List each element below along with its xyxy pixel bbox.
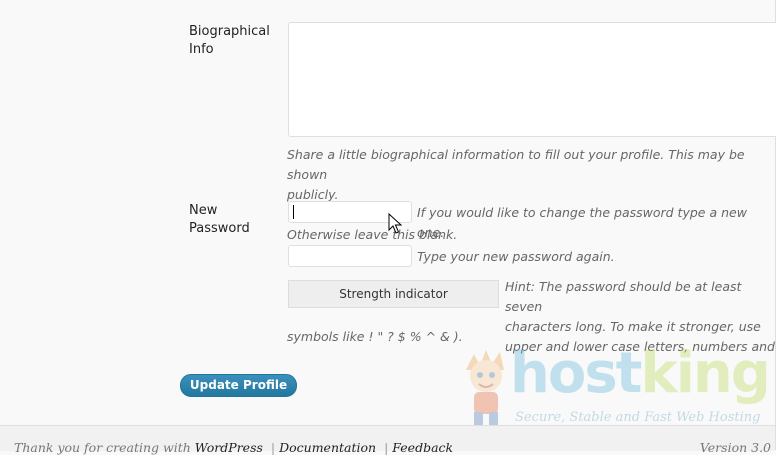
bio-textarea[interactable] [288,22,776,137]
password-label-line1: New [189,203,218,218]
footer: Thank you for creating with WordPress | D… [0,425,775,455]
mascot-icon [466,350,504,426]
brand-wordmark: hostking [510,341,771,406]
pass1-hint-line2: Otherwise leave this blank. [287,227,458,242]
strength-hint-line4: symbols like ! " ? $ % ^ & ). [287,329,463,344]
bio-description-line1: Share a little biographical information … [287,147,745,182]
brand-host: host [510,341,642,406]
brand-king: king [640,341,770,406]
bio-description: Share a little biographical information … [287,145,776,205]
brand-tagline: Secure, Stable and Fast Web Hosting [515,410,761,425]
strength-indicator: Strength indicator [288,280,499,308]
hostking-watermark: hostking Secure, Stable and Fast Web Hos… [460,340,771,435]
footer-separator: | [384,440,389,455]
confirm-password-input[interactable] [288,245,412,267]
bio-label-line1: Biographical [189,24,270,39]
password-label: New Password [189,202,250,238]
wordpress-link[interactable]: WordPress [195,440,263,455]
footer-separator: | [270,440,276,455]
documentation-link[interactable]: Documentation [279,440,376,455]
pass1-hint-line1: If you would like to change the password… [417,205,747,240]
footer-version: Version 3.0 [699,440,771,455]
strength-hint-line1: Hint: The password should be at least se… [505,279,742,314]
bio-label: Biographical Info [189,23,270,59]
footer-thanks: Thank you for creating with [14,440,191,455]
pass2-hint: Type your new password again. [417,249,615,264]
bio-label-line2: Info [189,42,214,57]
feedback-link[interactable]: Feedback [392,440,453,455]
password-label-line2: Password [189,221,250,236]
mouse-cursor-icon [388,213,402,234]
strength-hint-line2: characters long. To make it stronger, us… [505,319,761,334]
text-caret [293,205,294,219]
update-profile-button[interactable]: Update Profile [180,374,297,397]
footer-credits: Thank you for creating with WordPress | D… [14,440,453,455]
